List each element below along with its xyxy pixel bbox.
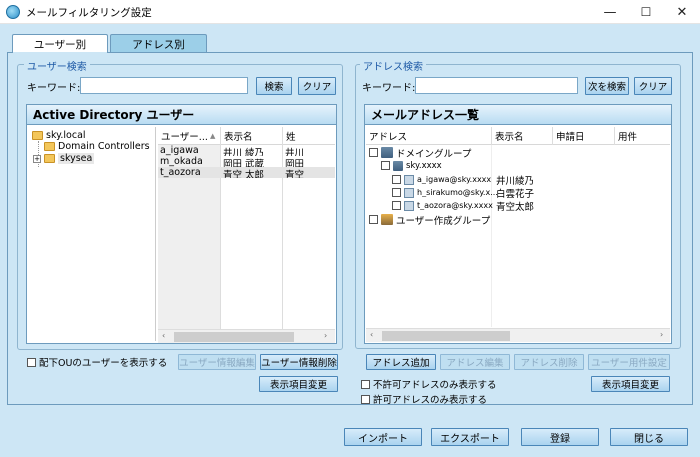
user-search-legend: ユーザー検索 <box>24 58 90 73</box>
ad-user-grid: ユーザー... ▲ 表示名 姓 a_igawa 井川 綾乃 井川 m_okada… <box>158 127 335 330</box>
table-row[interactable]: t_aozora 青空 太郎 青空 <box>158 167 335 178</box>
register-button[interactable]: 登録 <box>521 428 599 446</box>
address-search-legend: アドレス検索 <box>360 58 426 73</box>
mail-grid-scrollbar[interactable]: ‹ › <box>366 328 670 342</box>
checkbox-icon[interactable] <box>369 148 378 157</box>
address-clear-button[interactable]: クリア <box>634 77 672 95</box>
expand-icon[interactable]: + <box>33 154 41 163</box>
sort-up-icon: ▲ <box>210 131 216 140</box>
table-row[interactable]: m_okada 岡田 武蔵 岡田 <box>158 156 335 167</box>
folder-icon <box>32 131 43 140</box>
column-header-user[interactable]: ユーザー... <box>161 129 208 143</box>
tab-join <box>13 52 107 54</box>
maximize-button[interactable]: ☐ <box>628 0 664 24</box>
scroll-left-icon[interactable]: ‹ <box>162 331 165 340</box>
tree-item-skysea[interactable]: + skysea <box>33 152 95 165</box>
show-sub-ou-checkbox[interactable]: 配下OUのユーザーを表示する <box>27 355 167 369</box>
column-header-apply-date[interactable]: 申請日 <box>556 129 585 143</box>
app-icon <box>6 5 20 19</box>
scroll-right-icon[interactable]: › <box>324 331 327 340</box>
tree-item-address[interactable]: t_aozora@sky.xxxx 青空太郎 <box>392 199 672 213</box>
column-header-requirement[interactable]: 用件 <box>618 129 637 143</box>
left-change-columns-button[interactable]: 表示項目変更 <box>259 376 338 392</box>
folder-icon <box>44 154 55 163</box>
scroll-left-icon[interactable]: ‹ <box>370 330 373 339</box>
show-allowed-only-checkbox[interactable]: 許可アドレスのみ表示する <box>361 392 487 406</box>
tree-item-address[interactable]: h_sirakumo@sky.x... 白雲花子 <box>392 186 672 200</box>
address-keyword-label: キーワード: <box>362 83 416 94</box>
show-denied-only-checkbox[interactable]: 不許可アドレスのみ表示する <box>361 377 497 391</box>
column-divider <box>491 127 492 145</box>
address-icon <box>404 200 414 211</box>
right-change-columns-button[interactable]: 表示項目変更 <box>591 376 670 392</box>
column-header-display-name[interactable]: 表示名 <box>495 129 524 143</box>
tab-address[interactable]: アドレス別 <box>110 34 207 53</box>
column-divider <box>552 127 553 145</box>
edit-user-info-button[interactable]: ユーザー情報編集 <box>178 354 256 370</box>
checkbox-icon[interactable] <box>392 188 401 197</box>
close-button[interactable]: 閉じる <box>610 428 688 446</box>
checkbox-icon[interactable] <box>392 201 401 210</box>
user-keyword-input[interactable] <box>80 77 248 94</box>
scroll-thumb[interactable] <box>382 331 510 341</box>
tab-user[interactable]: ユーザー別 <box>12 34 108 53</box>
import-button[interactable]: インポート <box>344 428 422 446</box>
title-bar: メールフィルタリング設定 — ☐ ✕ <box>0 0 700 24</box>
checkbox-icon[interactable] <box>361 379 370 389</box>
address-icon <box>404 187 414 198</box>
domain-icon <box>393 160 403 171</box>
checkbox-icon[interactable] <box>369 215 378 224</box>
user-clear-button[interactable]: クリア <box>298 77 336 95</box>
scroll-thumb[interactable] <box>174 332 294 342</box>
ad-grid-header: ユーザー... ▲ 表示名 姓 <box>158 127 335 145</box>
ad-grid-scrollbar[interactable]: ‹ › <box>158 329 335 343</box>
checkbox-icon[interactable] <box>361 394 370 404</box>
user-requirement-settings-button[interactable]: ユーザー用件設定 <box>588 354 670 370</box>
delete-user-info-button[interactable]: ユーザー情報削除 <box>260 354 338 370</box>
column-header-surname[interactable]: 姓 <box>286 129 296 143</box>
ad-panel-header: Active Directory ユーザー <box>26 104 337 125</box>
checkbox-icon[interactable] <box>381 161 390 170</box>
scroll-right-icon[interactable]: › <box>660 330 663 339</box>
tree-item-user-created-group[interactable]: ユーザー作成グループ <box>369 213 490 227</box>
delete-address-button[interactable]: アドレス削除 <box>514 354 584 370</box>
mail-address-grid: アドレス 表示名 申請日 用件 ドメイングループ sky.xxxx a_igaw… <box>366 127 670 327</box>
minimize-button[interactable]: — <box>592 0 628 24</box>
column-divider <box>220 127 221 145</box>
network-icon <box>381 147 393 158</box>
checkbox-icon[interactable] <box>392 175 401 184</box>
column-divider <box>282 127 283 145</box>
group-icon <box>381 214 393 225</box>
checkbox-icon[interactable] <box>27 357 36 367</box>
user-search-button[interactable]: 検索 <box>256 77 292 95</box>
address-keyword-input[interactable] <box>415 77 578 94</box>
close-window-button[interactable]: ✕ <box>664 0 700 24</box>
table-row[interactable]: a_igawa 井川 綾乃 井川 <box>158 145 335 156</box>
mail-grid-header: アドレス 表示名 申請日 用件 <box>366 127 670 145</box>
folder-icon <box>44 142 55 151</box>
user-keyword-label: キーワード: <box>27 83 81 94</box>
find-next-button[interactable]: 次を検索 <box>585 77 629 95</box>
mail-panel-header: メールアドレス一覧 <box>364 104 672 125</box>
edit-address-button[interactable]: アドレス編集 <box>440 354 510 370</box>
column-divider <box>614 127 615 145</box>
export-button[interactable]: エクスポート <box>431 428 509 446</box>
tree-item-sky-xxxx[interactable]: sky.xxxx <box>381 159 442 172</box>
ad-tree: sky.local Domain Controllers + skysea <box>30 127 156 341</box>
tree-item-domain-group[interactable]: ドメイングループ <box>369 146 471 160</box>
window-title: メールフィルタリング設定 <box>26 7 152 19</box>
address-icon <box>404 174 414 185</box>
add-address-button[interactable]: アドレス追加 <box>366 354 436 370</box>
column-header-display-name[interactable]: 表示名 <box>224 129 253 143</box>
tree-item-address[interactable]: a_igawa@sky.xxxx 井川綾乃 <box>392 173 672 187</box>
column-header-address[interactable]: アドレス <box>369 129 407 143</box>
